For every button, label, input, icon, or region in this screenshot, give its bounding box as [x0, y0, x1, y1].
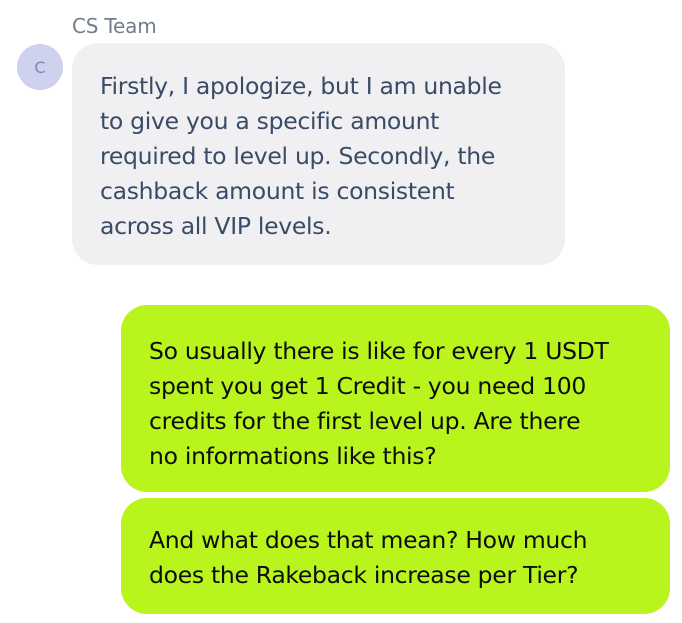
message-line: So usually there is like for every 1 USD… — [149, 337, 609, 365]
outgoing-message-bubble: So usually there is like for every 1 USD… — [121, 305, 670, 492]
message-line: spent you get 1 Credit - you need 100 — [149, 372, 587, 400]
sender-name: CS Team — [72, 14, 157, 38]
message-line: credits for the first level up. Are ther… — [149, 407, 581, 435]
message-line: Firstly, I apologize, but I am unable — [100, 72, 502, 100]
avatar[interactable]: C — [17, 44, 63, 90]
message-line: to give you a specific amount — [100, 107, 440, 135]
message-line: And what does that mean? How much — [149, 526, 588, 554]
message-line: required to level up. Secondly, the — [100, 142, 496, 170]
outgoing-message-bubble: And what does that mean? How much does t… — [121, 498, 670, 614]
message-line: cashback amount is consistent — [100, 177, 455, 205]
incoming-message-bubble: Firstly, I apologize, but I am unable to… — [72, 43, 565, 265]
message-line: across all VIP levels. — [100, 212, 332, 240]
message-line: no informations like this? — [149, 442, 437, 470]
message-line: does the Rakeback increase per Tier? — [149, 561, 579, 589]
